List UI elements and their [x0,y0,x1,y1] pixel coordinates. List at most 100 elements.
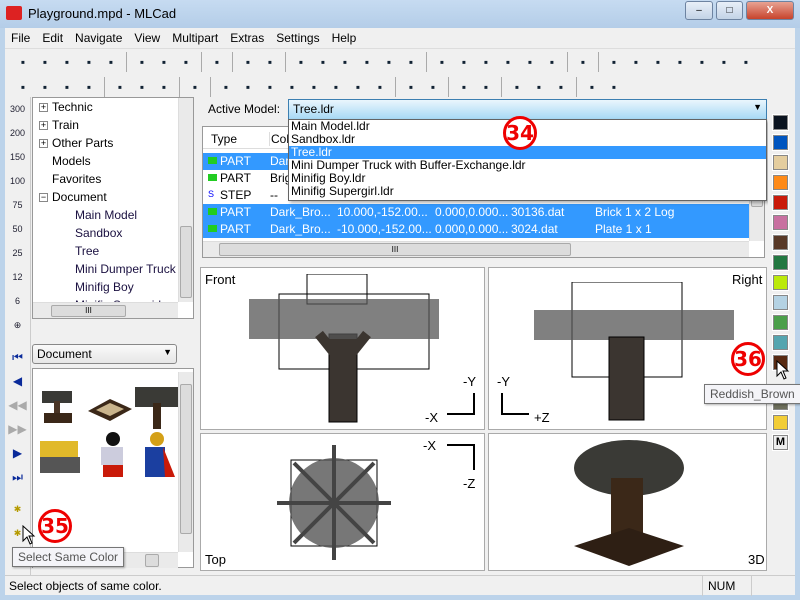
expand-toggle-icon[interactable]: + [39,139,48,149]
color-swatch[interactable] [772,114,789,131]
next-disabled-icon[interactable]: ▶▶ [5,417,30,441]
menu-help[interactable]: Help [326,28,363,45]
save-icon[interactable]: ▪ [57,53,77,71]
select-same-part-icon[interactable]: ✱ [5,497,30,521]
first-step-icon[interactable]: ⏮ [5,345,30,369]
table-row[interactable]: PART Brig [203,170,291,187]
align-icon[interactable]: ▪ [604,53,624,71]
color-swatch[interactable] [772,134,789,151]
view-front[interactable]: Front -Y -X [200,267,485,430]
add-step-icon[interactable]: ▪ [260,78,280,96]
unhide-icon[interactable]: ▪ [476,78,496,96]
maximize-button[interactable]: □ [716,1,743,20]
move-plus-z-icon[interactable]: ▪ [379,53,399,71]
view-right[interactable]: Right -Y +Z [488,267,767,430]
zoom-view-icon[interactable]: ▪ [79,78,99,96]
menu-edit[interactable]: Edit [36,28,69,45]
tree-item-main-model[interactable]: Main Model [33,206,193,224]
gallery-category-select[interactable]: Document ▼ [32,344,177,364]
add-comment-icon[interactable]: ▪ [238,78,258,96]
tree-item-minifig-boy[interactable]: Minifig Boy [33,278,193,296]
rotate-z-reverse-icon[interactable]: ▪ [542,53,562,71]
new-icon[interactable]: ▪ [13,53,33,71]
tree-item-tree[interactable]: Tree [33,242,193,260]
paste-icon[interactable]: ▪ [176,53,196,71]
add-rotate-icon[interactable]: ▪ [348,78,368,96]
menu-view[interactable]: View [128,28,166,45]
tree-vscroll[interactable] [178,98,193,302]
add-sound-icon[interactable]: ▪ [282,78,302,96]
view-3d[interactable]: 3D [488,433,767,571]
move-view-icon[interactable]: ▪ [57,78,77,96]
zoom-fit-icon[interactable]: ⊕ [5,313,30,337]
help-pointer-icon[interactable]: ▪ [260,53,280,71]
tree-item-mini-dumper-truck[interactable]: Mini Dumper Truck [33,260,193,278]
move-minus-x-icon[interactable]: ▪ [291,53,311,71]
unghost-icon[interactable]: ▪ [423,78,443,96]
ghost-icon[interactable]: ▪ [401,78,421,96]
model-thumb-tree-large[interactable] [133,383,183,433]
zoom-150-icon[interactable]: 150 [5,145,30,169]
color-swatch[interactable] [772,154,789,171]
minimize-button[interactable]: – [685,1,713,20]
tree-item-train[interactable]: + Train [33,116,193,134]
menu-navigate[interactable]: Navigate [69,28,128,45]
import-icon[interactable]: ▪ [670,53,690,71]
color-swatch[interactable] [772,274,789,291]
cut-icon[interactable]: ▪ [132,53,152,71]
zoom-25-icon[interactable]: 25 [5,241,30,265]
tree-hscroll[interactable]: III [33,302,178,318]
light-off-icon[interactable]: ▪ [529,78,549,96]
move-minus-y-icon[interactable]: ▪ [335,53,355,71]
menu-settings[interactable]: Settings [270,28,325,45]
zoom-100-icon[interactable]: 100 [5,169,30,193]
tree-item-document[interactable]: − Document [33,188,193,206]
model-thumb-sandbox[interactable] [86,389,134,427]
add-part-icon[interactable]: ▪ [216,78,236,96]
color-swatch[interactable] [772,234,789,251]
model-thumb-tree[interactable] [38,387,78,425]
table-row[interactable]: PART Dark_Bro... 10.000,-152.00... 0.000,0.… [203,204,751,221]
close-button[interactable]: X [746,1,794,20]
view-top[interactable]: Top -X -Z [200,433,485,571]
edit-pen-icon[interactable]: ▪ [185,78,205,96]
print-icon[interactable]: ▪ [207,53,227,71]
open-icon[interactable]: ▪ [35,53,55,71]
rotate-x-reverse-icon[interactable]: ▪ [454,53,474,71]
prev-disabled-icon[interactable]: ◀◀ [5,393,30,417]
rotate-x-icon[interactable]: ▪ [432,53,452,71]
list-hscroll[interactable]: III [203,241,749,257]
menu-file[interactable]: File [5,28,36,45]
column-header-type[interactable]: Type [211,132,237,146]
model-thumb-minifig-supergirl[interactable] [137,431,177,481]
brick-snap-icon[interactable]: ▪ [604,78,624,96]
rotate-y-reverse-icon[interactable]: ▪ [498,53,518,71]
color-swatch[interactable] [772,194,789,211]
menu-multipart[interactable]: Multipart [166,28,224,45]
spring-icon[interactable]: ▪ [714,53,734,71]
save-all-icon[interactable]: ▪ [101,53,121,71]
zoom-75-icon[interactable]: 75 [5,193,30,217]
prev-step-icon[interactable]: ◀ [5,369,30,393]
hide-icon[interactable]: ▪ [454,78,474,96]
zoom-12-icon[interactable]: 12 [5,265,30,289]
add-picture-icon[interactable]: ▪ [326,78,346,96]
light-on-icon[interactable]: ▪ [507,78,527,96]
face-icon[interactable]: ▪ [692,53,712,71]
single-view-icon[interactable]: ▪ [110,78,130,96]
gallery-vscroll[interactable] [178,372,193,552]
rotate-z-icon[interactable]: ▪ [520,53,540,71]
color-swatch[interactable] [772,214,789,231]
more-colors-button[interactable]: M [772,434,789,451]
tree-item-favorites[interactable]: Favorites [33,170,193,188]
table-row[interactable]: PART Dar [203,153,289,170]
move-minus-z-icon[interactable]: ▪ [401,53,421,71]
dropdown-option[interactable]: Minifig Supergirl.ldr [289,185,766,198]
table-row[interactable]: PART Dark_Bro... -10.000,-152.00... 0.000,0… [203,221,751,238]
last-step-icon[interactable]: ⏭ [5,465,30,489]
tree-item-other-parts[interactable]: + Other Parts [33,134,193,152]
snap-grid-icon[interactable]: ▪ [582,78,602,96]
minifig-icon[interactable]: ▪ [626,53,646,71]
move-plus-y-icon[interactable]: ▪ [357,53,377,71]
model-thumb-minifig-boy[interactable] [91,431,131,481]
